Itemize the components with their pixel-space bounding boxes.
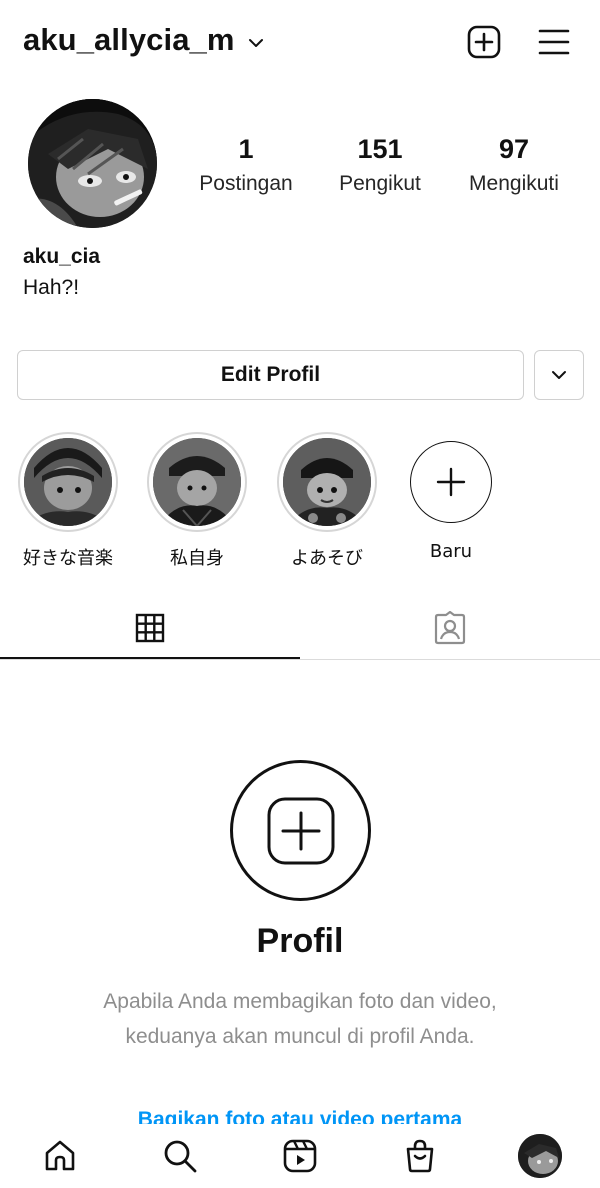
highlight-cover bbox=[24, 438, 112, 526]
new-highlight-circle bbox=[410, 441, 492, 523]
reels-icon bbox=[283, 1139, 317, 1173]
active-tab-indicator bbox=[0, 657, 300, 659]
nav-search[interactable] bbox=[158, 1134, 202, 1178]
chevron-down-icon bbox=[552, 371, 566, 379]
home-icon bbox=[45, 1140, 75, 1171]
bottom-nav bbox=[0, 1124, 600, 1188]
avatar-illustration bbox=[28, 99, 157, 228]
profile-screen: aku_allycia_m 1 Postingan 151 Pengikut 9… bbox=[0, 0, 600, 1188]
highlight-item[interactable]: 好きな音楽 bbox=[3, 432, 133, 570]
nav-shop[interactable] bbox=[398, 1134, 442, 1178]
highlight-label: 私自身 bbox=[170, 548, 224, 569]
username-switcher[interactable]: aku_allycia_m bbox=[23, 22, 235, 58]
highlight-cover bbox=[283, 438, 371, 526]
followers-label: Pengikut bbox=[339, 172, 421, 195]
new-post-icon bbox=[267, 797, 334, 864]
nav-home[interactable] bbox=[38, 1134, 82, 1178]
discover-people-button[interactable] bbox=[534, 350, 584, 400]
tagged-icon bbox=[434, 610, 466, 644]
nav-profile[interactable] bbox=[518, 1134, 562, 1178]
empty-state-circle bbox=[230, 760, 371, 901]
empty-state-description: Apabila Anda membagikan foto dan video, … bbox=[103, 990, 497, 1048]
posts-label: Postingan bbox=[199, 172, 293, 195]
plus-icon bbox=[436, 467, 466, 497]
new-highlight-button[interactable]: Baru bbox=[386, 432, 516, 562]
highlight-label: Baru bbox=[429, 541, 473, 562]
empty-state-title: Profil bbox=[256, 922, 344, 960]
following-count[interactable]: 97 Mengikuti bbox=[439, 132, 589, 196]
profile-avatar bbox=[518, 1134, 562, 1178]
search-icon bbox=[164, 1140, 197, 1173]
following-number: 97 bbox=[498, 134, 530, 164]
edit-profile-button[interactable]: Edit Profil bbox=[17, 350, 524, 400]
display-name: aku_cia bbox=[23, 245, 101, 268]
highlight-item[interactable]: 私自身 bbox=[132, 432, 262, 570]
share-first-post-link[interactable]: Bagikan foto atau video pertama bbox=[0, 1106, 600, 1124]
highlight-item[interactable]: よあそび bbox=[262, 432, 392, 570]
tab-tagged[interactable] bbox=[300, 596, 600, 659]
bio-text: Hah?! bbox=[23, 276, 80, 299]
posts-count[interactable]: 1 Postingan bbox=[171, 132, 321, 196]
profile-avatar[interactable] bbox=[28, 99, 157, 228]
top-bar: aku_allycia_m bbox=[0, 0, 600, 86]
new-post-icon[interactable] bbox=[466, 24, 502, 60]
tab-grid[interactable] bbox=[0, 596, 300, 659]
following-label: Mengikuti bbox=[469, 172, 559, 195]
chevron-down-icon[interactable] bbox=[247, 36, 265, 50]
highlight-ring bbox=[147, 432, 247, 532]
followers-number: 151 bbox=[357, 134, 403, 164]
grid-icon bbox=[135, 613, 165, 642]
highlight-ring bbox=[18, 432, 118, 532]
followers-count[interactable]: 151 Pengikut bbox=[305, 132, 455, 196]
highlight-cover bbox=[153, 438, 241, 526]
shop-icon bbox=[406, 1139, 434, 1173]
nav-reels[interactable] bbox=[278, 1134, 322, 1178]
highlight-ring bbox=[277, 432, 377, 532]
highlight-label: よあそび bbox=[291, 548, 363, 569]
profile-tabs bbox=[0, 596, 600, 660]
posts-number: 1 bbox=[238, 134, 254, 164]
highlight-label: 好きな音楽 bbox=[23, 548, 113, 569]
menu-icon[interactable] bbox=[536, 24, 572, 60]
